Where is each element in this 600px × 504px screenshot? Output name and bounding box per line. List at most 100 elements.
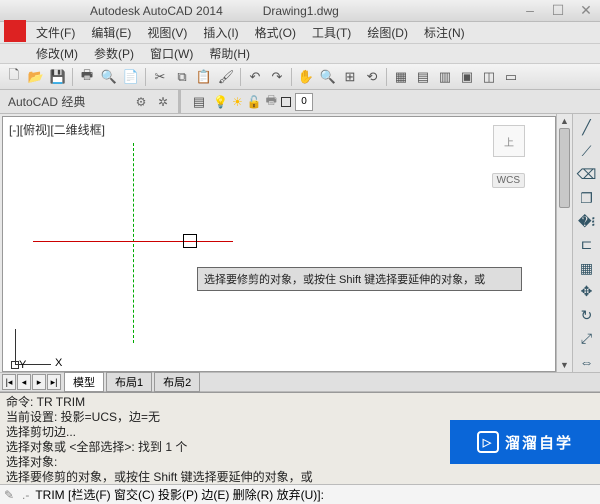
tab-prev-button[interactable]: ◂ bbox=[17, 374, 31, 390]
tab-last-button[interactable]: ▸| bbox=[47, 374, 61, 390]
menu-tools[interactable]: 工具(T) bbox=[306, 22, 357, 43]
match-properties-button[interactable]: 🖌 bbox=[216, 67, 236, 87]
layer-swatch-icon[interactable] bbox=[281, 97, 291, 107]
command-prompt-icon: ✎ bbox=[4, 488, 18, 502]
close-button[interactable]: ✕ bbox=[572, 0, 600, 20]
scale-tool-icon[interactable]: ⤢ bbox=[576, 329, 598, 348]
tab-nav: |◂ ◂ ▸ ▸| bbox=[2, 374, 62, 390]
publish-button[interactable]: 📄 bbox=[121, 67, 141, 87]
layout-tabstrip: |◂ ◂ ▸ ▸| 模型 布局1 布局2 bbox=[0, 372, 600, 392]
red-horizontal-line bbox=[33, 241, 233, 242]
markup-button[interactable]: ◫ bbox=[479, 67, 499, 87]
rotate-tool-icon[interactable]: ↻ bbox=[576, 306, 598, 325]
workspace-settings-icon[interactable]: ⚙ bbox=[130, 92, 152, 112]
layer-properties-button[interactable]: ▤ bbox=[189, 92, 209, 112]
menu-modify[interactable]: 修改(M) bbox=[30, 43, 84, 64]
zoom-window-button[interactable]: ⊞ bbox=[340, 67, 360, 87]
cut-button[interactable]: ✂ bbox=[150, 67, 170, 87]
print-button[interactable]: 🖶 bbox=[77, 67, 97, 87]
viewport-label[interactable]: [-][俯视][二维线框] bbox=[9, 121, 105, 138]
tab-next-button[interactable]: ▸ bbox=[32, 374, 46, 390]
menu-insert[interactable]: 插入(I) bbox=[197, 22, 244, 43]
ucs-y-label: Y bbox=[19, 359, 26, 371]
tab-first-button[interactable]: |◂ bbox=[2, 374, 16, 390]
sheet-set-button[interactable]: ▣ bbox=[457, 67, 477, 87]
right-toolbar: ╱ ⟋ ⌫ ❐ �᎒ ⊏ ▦ ✥ ↻ ⤢ ⇔ bbox=[572, 114, 600, 372]
tab-layout2[interactable]: 布局2 bbox=[154, 372, 200, 392]
watermark-banner: ▷ 溜溜自学 bbox=[450, 420, 600, 464]
crosshair-pickbox bbox=[183, 234, 197, 248]
vertical-scrollbar[interactable]: ▲ ▼ bbox=[556, 114, 572, 372]
command-prompt-text: TRIM [栏选(F) 窗交(C) 投影(P) 边(E) 删除(R) 放弃(U)… bbox=[35, 486, 324, 503]
move-tool-icon[interactable]: ✥ bbox=[576, 282, 598, 301]
array-tool-icon[interactable]: ▦ bbox=[576, 259, 598, 278]
offset-tool-icon[interactable]: ⊏ bbox=[576, 235, 598, 254]
bulb-icon[interactable]: 💡 bbox=[213, 95, 228, 109]
mirror-tool-icon[interactable]: �᎒ bbox=[576, 212, 598, 231]
scroll-down-icon[interactable]: ▼ bbox=[557, 358, 572, 372]
command-tooltip: 选择要修剪的对象，或按住 Shift 键选择要延伸的对象，或 bbox=[197, 267, 522, 291]
tool-palettes-button[interactable]: ▥ bbox=[435, 67, 455, 87]
menu-file[interactable]: 文件(F) bbox=[30, 22, 81, 43]
play-icon: ▷ bbox=[477, 431, 499, 453]
construction-line-icon[interactable]: ⟋ bbox=[576, 141, 598, 160]
design-center-button[interactable]: ▤ bbox=[413, 67, 433, 87]
window-controls: – ☐ ✕ bbox=[516, 0, 600, 20]
menu-window[interactable]: 窗口(W) bbox=[144, 43, 199, 64]
save-button[interactable]: 💾 bbox=[48, 67, 68, 87]
separator bbox=[240, 68, 241, 86]
layer-dropdown[interactable]: 0 bbox=[295, 93, 313, 111]
scroll-up-icon[interactable]: ▲ bbox=[557, 114, 572, 128]
cmd-line-0: 命令: TR TRIM bbox=[6, 395, 594, 410]
wcs-label[interactable]: WCS bbox=[492, 173, 525, 188]
viewcube[interactable]: 上 bbox=[493, 125, 525, 157]
minimize-button[interactable]: – bbox=[516, 0, 544, 20]
app-icon[interactable] bbox=[4, 20, 26, 42]
menu-bar-2: 修改(M) 参数(P) 窗口(W) 帮助(H) bbox=[0, 44, 600, 64]
plot-icon[interactable]: 🖶 bbox=[266, 91, 277, 112]
menu-edit[interactable]: 编辑(E) bbox=[85, 22, 137, 43]
ucs-x-label: X bbox=[55, 357, 62, 369]
green-dashed-line bbox=[133, 143, 134, 343]
workspace-gear-icon[interactable]: ✲ bbox=[152, 92, 174, 112]
menu-help[interactable]: 帮助(H) bbox=[203, 43, 256, 64]
pan-button[interactable]: ✋ bbox=[296, 67, 316, 87]
scroll-thumb[interactable] bbox=[559, 128, 570, 208]
lock-icon[interactable]: 🔓 bbox=[247, 95, 262, 109]
menu-draw[interactable]: 绘图(D) bbox=[361, 22, 414, 43]
workspace-dropdown[interactable]: AutoCAD 经典 bbox=[0, 93, 130, 110]
erase-tool-icon[interactable]: ⌫ bbox=[576, 165, 598, 184]
paste-button[interactable]: 📋 bbox=[194, 67, 214, 87]
zoom-previous-button[interactable]: ⟲ bbox=[362, 67, 382, 87]
menu-view[interactable]: 视图(V) bbox=[141, 22, 193, 43]
drawing-canvas[interactable]: [-][俯视][二维线框] 上 WCS 选择要修剪的对象，或按住 Shift 键… bbox=[2, 116, 556, 372]
stretch-tool-icon[interactable]: ⇔ bbox=[576, 353, 598, 372]
command-line[interactable]: ✎ .- TRIM [栏选(F) 窗交(C) 投影(P) 边(E) 删除(R) … bbox=[0, 484, 600, 504]
title-bar: Autodesk AutoCAD 2014 Drawing1.dwg – ☐ ✕ bbox=[0, 0, 600, 22]
tab-layout1[interactable]: 布局1 bbox=[106, 372, 152, 392]
menu-bar: 文件(F) 编辑(E) 视图(V) 插入(I) 格式(O) 工具(T) 绘图(D… bbox=[0, 22, 600, 44]
open-button[interactable]: 📂 bbox=[26, 67, 46, 87]
app-name: Autodesk AutoCAD 2014 bbox=[90, 4, 223, 18]
redo-button[interactable]: ↷ bbox=[267, 67, 287, 87]
workspace-bar: AutoCAD 经典 ⚙ ✲ ▤ 💡 ☀ 🔓 🖶 0 bbox=[0, 90, 600, 114]
watermark-text: 溜溜自学 bbox=[505, 432, 573, 453]
properties-button[interactable]: ▦ bbox=[391, 67, 411, 87]
maximize-button[interactable]: ☐ bbox=[544, 0, 572, 20]
sun-icon[interactable]: ☀ bbox=[232, 95, 243, 109]
tab-model[interactable]: 模型 bbox=[64, 372, 104, 392]
menu-parametric[interactable]: 参数(P) bbox=[88, 43, 140, 64]
main-area: [-][俯视][二维线框] 上 WCS 选择要修剪的对象，或按住 Shift 键… bbox=[0, 114, 600, 372]
separator bbox=[291, 68, 292, 86]
calculator-button[interactable]: ▭ bbox=[501, 67, 521, 87]
line-tool-icon[interactable]: ╱ bbox=[576, 118, 598, 137]
copy-button[interactable]: ⧉ bbox=[172, 67, 192, 87]
menu-dimension[interactable]: 标注(N) bbox=[418, 22, 471, 43]
copy-tool-icon[interactable]: ❐ bbox=[576, 188, 598, 207]
new-button[interactable]: 🗋 bbox=[4, 67, 24, 87]
menu-format[interactable]: 格式(O) bbox=[249, 22, 302, 43]
zoom-realtime-button[interactable]: 🔍 bbox=[318, 67, 338, 87]
undo-button[interactable]: ↶ bbox=[245, 67, 265, 87]
print-preview-button[interactable]: 🔍 bbox=[99, 67, 119, 87]
separator bbox=[386, 68, 387, 86]
